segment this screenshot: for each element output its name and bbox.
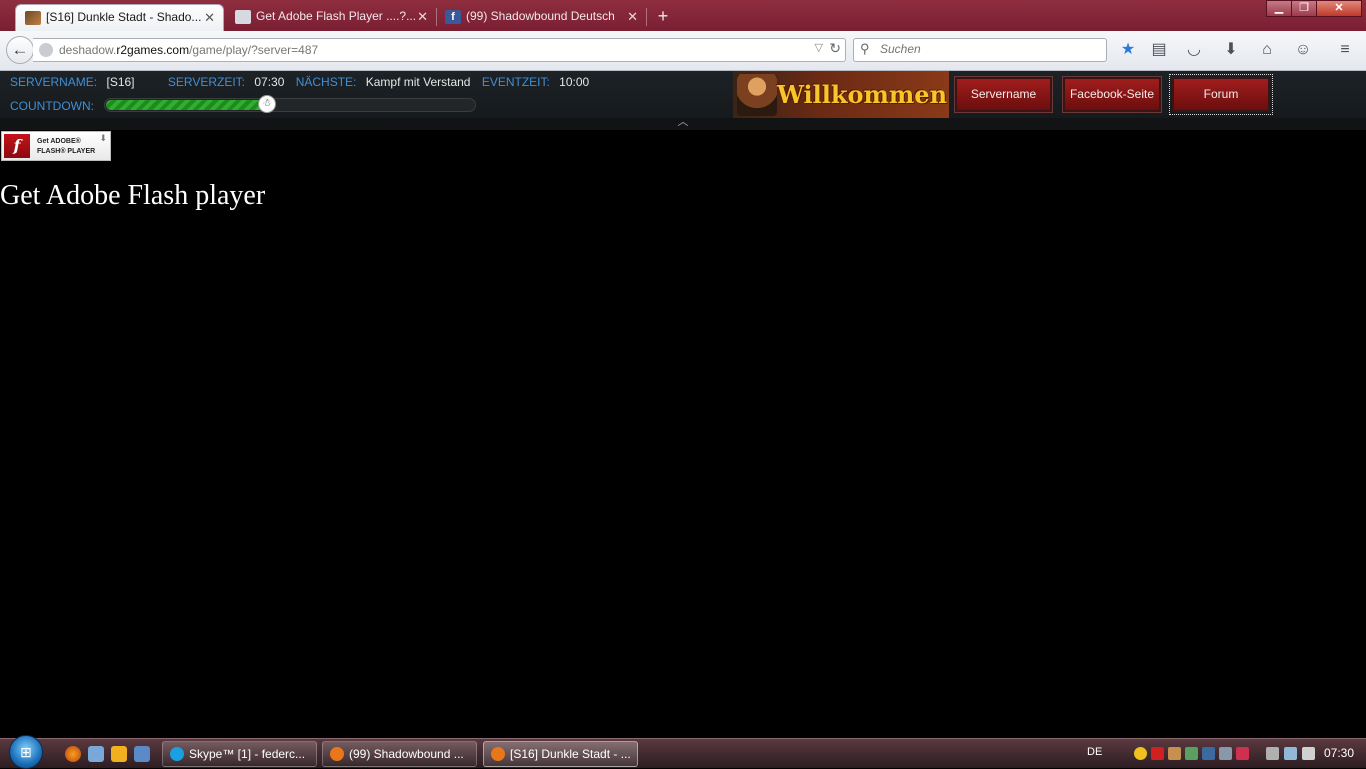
servername-button[interactable]: Servername xyxy=(954,76,1053,113)
skype-icon xyxy=(170,747,184,761)
taskbar-item-label: [S16] Dunkle Stadt - ... xyxy=(510,747,631,761)
tab-separator xyxy=(646,8,647,26)
back-arrow-icon: ← xyxy=(11,40,29,59)
url-history-dropdown-icon[interactable]: ▽ xyxy=(815,41,823,54)
taskbar-item-label: (99) Shadowbound ... xyxy=(349,747,464,761)
servername-value: [S16] xyxy=(106,75,135,89)
explorer-quicklaunch-icon[interactable] xyxy=(88,746,104,762)
game-info-bar: SERVERNAME: [S16] SERVERZEIT: 07:30 NÄCH… xyxy=(0,71,1366,118)
tray-app-icon[interactable] xyxy=(1219,747,1232,760)
serverzeit-label: SERVERZEIT: xyxy=(167,75,245,89)
servername-label: SERVERNAME: xyxy=(10,75,98,89)
search-box[interactable]: ⚲ xyxy=(853,38,1107,62)
system-clock[interactable]: 07:30 xyxy=(1324,746,1354,760)
warrior-portrait xyxy=(737,74,777,116)
get-flash-heading: Get Adobe Flash player xyxy=(0,180,266,211)
back-button[interactable]: ← xyxy=(6,36,34,64)
search-icon: ⚲ xyxy=(860,41,870,56)
windows-taskbar: ⊞ Skype™ [1] - federc... (99) Shadowboun… xyxy=(0,735,1366,769)
reading-list-icon[interactable]: ▤ xyxy=(1148,39,1170,61)
browser-tab-bar: [S16] Dunkle Stadt - Shado... ✕ Get Adob… xyxy=(0,0,1366,31)
firefox-quicklaunch-icon[interactable] xyxy=(65,746,81,762)
pocket-icon[interactable]: ◡ xyxy=(1183,39,1205,61)
notification-icon[interactable] xyxy=(1134,747,1147,760)
naechste-label: NÄCHSTE: xyxy=(295,75,357,89)
naechste-value: Kampf mit Verstand xyxy=(365,75,471,89)
countdown-label: COUNTDOWN: xyxy=(10,99,94,113)
tray-app-icon[interactable] xyxy=(1185,747,1198,760)
taskbar-item-label: Skype™ [1] - federc... xyxy=(189,747,306,761)
reload-icon[interactable]: ↻ xyxy=(829,40,841,57)
document-favicon-icon xyxy=(235,10,251,24)
willkommen-banner[interactable]: Willkommen xyxy=(733,71,949,118)
tray-app-icon[interactable] xyxy=(1168,747,1181,760)
media-player-quicklaunch-icon[interactable] xyxy=(111,746,127,762)
download-icon[interactable]: ⬇ xyxy=(1220,39,1242,61)
taskbar-shadowbound[interactable]: (99) Shadowbound ... xyxy=(322,741,477,767)
game-favicon-icon xyxy=(25,11,41,25)
download-arrow-icon: ⬇ xyxy=(99,133,107,143)
tab-title: (99) Shadowbound Deutsch xyxy=(466,9,615,23)
firefox-icon xyxy=(491,747,505,761)
tab-dunkle-stadt[interactable]: [S16] Dunkle Stadt - Shado... ✕ xyxy=(15,4,224,31)
banner-text: Willkommen xyxy=(777,80,948,109)
forum-button[interactable]: Forum xyxy=(1169,74,1273,115)
minimize-icon[interactable]: ▁ xyxy=(1266,0,1292,17)
badge-line-1: Get ADOBE® xyxy=(37,138,81,145)
tab-close-icon[interactable]: ✕ xyxy=(204,5,215,30)
url-text[interactable]: deshadow.r2games.com/game/play/?server=4… xyxy=(59,39,318,61)
tab-close-icon[interactable]: ✕ xyxy=(417,4,428,29)
countdown-marker-icon: ☃ xyxy=(257,95,276,113)
power-tray-icon[interactable] xyxy=(1266,747,1279,760)
address-bar[interactable]: deshadow.r2games.com/game/play/?server=4… xyxy=(33,38,846,62)
show-desktop-quicklaunch-icon[interactable] xyxy=(134,746,150,762)
tab-title: Get Adobe Flash Player ....?... xyxy=(256,9,417,23)
tab-get-adobe-flash[interactable]: Get Adobe Flash Player ....?... ✕ xyxy=(226,4,436,31)
tray-app-icon[interactable] xyxy=(1202,747,1215,760)
globe-icon xyxy=(39,43,53,57)
language-indicator[interactable]: DE xyxy=(1087,746,1102,758)
network-tray-icon[interactable] xyxy=(1284,747,1297,760)
new-tab-button[interactable]: + xyxy=(652,5,674,27)
countdown-progress-fill xyxy=(106,100,268,110)
countdown-progress-bar: ☃ xyxy=(104,95,476,113)
tab-shadowbound-facebook[interactable]: f (99) Shadowbound Deutsch ✕ xyxy=(436,4,646,31)
close-window-icon[interactable]: ✕ xyxy=(1316,0,1362,17)
tab-title: [S16] Dunkle Stadt - Shado... xyxy=(46,10,202,24)
url-domain: r2games.com xyxy=(116,43,190,57)
badge-line-2: FLASH® PLAYER xyxy=(37,148,96,155)
facebook-page-button[interactable]: Facebook-Seite xyxy=(1062,76,1162,113)
eventzeit-label: EVENTZEIT: xyxy=(481,75,550,89)
navigation-bar: ← deshadow.r2games.com/game/play/?server… xyxy=(0,31,1366,71)
chat-icon[interactable]: ☺ xyxy=(1292,39,1314,61)
firefox-icon xyxy=(330,747,344,761)
facebook-favicon-icon: f xyxy=(445,10,461,24)
tab-close-icon[interactable]: ✕ xyxy=(627,4,638,29)
flash-logo-icon: f xyxy=(4,134,30,158)
url-path: /game/play/?server=487 xyxy=(189,43,319,57)
serverzeit-value: 07:30 xyxy=(254,75,285,89)
window-controls: ▁ ❐ ✕ xyxy=(1266,0,1362,18)
menu-icon[interactable]: ≡ xyxy=(1334,39,1356,61)
start-button-icon[interactable]: ⊞ xyxy=(9,735,43,769)
server-info-row: SERVERNAME: [S16] SERVERZEIT: 07:30 NÄCH… xyxy=(10,75,595,89)
get-flash-player-badge[interactable]: f Get ADOBE® FLASH® PLAYER ⬇ xyxy=(1,131,111,161)
url-subdomain: deshadow. xyxy=(59,43,117,57)
taskbar-dunkle-stadt[interactable]: [S16] Dunkle Stadt - ... xyxy=(483,741,638,767)
bookmark-star-icon[interactable]: ★ xyxy=(1117,39,1139,61)
taskbar-skype[interactable]: Skype™ [1] - federc... xyxy=(162,741,317,767)
eventzeit-value: 10:00 xyxy=(559,75,590,89)
search-input[interactable] xyxy=(878,41,1102,57)
volume-tray-icon[interactable] xyxy=(1302,747,1315,760)
restore-icon[interactable]: ❐ xyxy=(1291,0,1317,17)
collapse-header-icon[interactable]: ︿ xyxy=(674,117,692,128)
tray-app-icon[interactable] xyxy=(1236,747,1249,760)
acrobat-tray-icon[interactable] xyxy=(1151,747,1164,760)
home-icon[interactable]: ⌂ xyxy=(1256,39,1278,61)
